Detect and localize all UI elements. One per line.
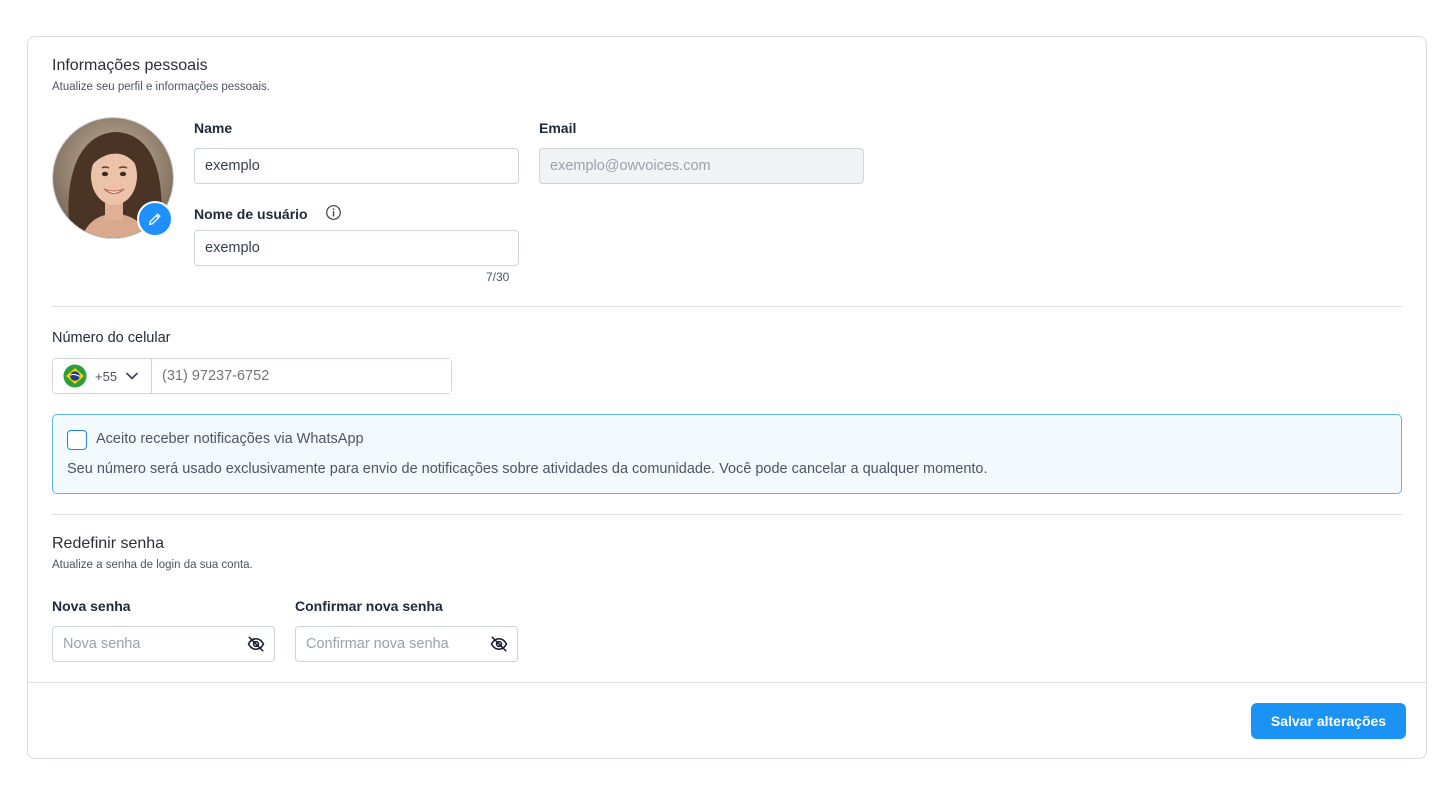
whatsapp-consent-checkbox[interactable] — [67, 430, 87, 450]
personal-info-title: Informações pessoais — [52, 57, 208, 74]
info-icon[interactable] — [325, 204, 342, 221]
email-label: Email — [539, 120, 577, 136]
phone-input[interactable] — [152, 359, 451, 393]
whatsapp-consent-box: Aceito receber notificações via WhatsApp… — [52, 414, 1402, 494]
confirm-password-field — [295, 626, 518, 662]
confirm-password-label: Confirmar nova senha — [295, 598, 443, 614]
whatsapp-consent-description: Seu número será usado exclusivamente par… — [67, 461, 988, 477]
new-password-field — [52, 626, 275, 662]
username-label: Nome de usuário — [194, 206, 308, 222]
phone-field-group: +55 — [52, 358, 452, 394]
edit-avatar-button[interactable] — [137, 201, 173, 237]
username-input[interactable] — [194, 230, 519, 266]
name-label: Name — [194, 120, 233, 136]
whatsapp-consent-label[interactable]: Aceito receber notificações via WhatsApp — [96, 431, 364, 447]
personal-info-subtitle: Atualize seu perfil e informações pessoa… — [52, 81, 270, 93]
country-code-text: +55 — [95, 368, 118, 384]
country-code-select[interactable]: +55 — [53, 359, 152, 393]
name-input[interactable] — [194, 148, 519, 184]
confirm-password-input[interactable] — [295, 626, 518, 662]
brazil-flag-icon — [63, 364, 87, 388]
save-changes-button[interactable]: Salvar alterações — [1251, 703, 1406, 739]
eye-off-icon[interactable] — [247, 635, 265, 653]
eye-off-icon[interactable] — [490, 635, 508, 653]
section-divider — [52, 306, 1402, 307]
email-input — [539, 148, 864, 184]
chevron-down-icon — [126, 372, 138, 380]
username-char-counter: 7/30 — [486, 270, 510, 284]
password-section-subtitle: Atualize a senha de login da sua conta. — [52, 559, 253, 571]
new-password-input[interactable] — [52, 626, 275, 662]
new-password-label: Nova senha — [52, 598, 131, 614]
password-section-title: Redefinir senha — [52, 535, 165, 552]
phone-label: Número do celular — [52, 330, 171, 346]
section-divider — [52, 514, 1402, 515]
pencil-icon — [149, 213, 161, 225]
profile-settings-card: Informações pessoais Atualize seu perfil… — [27, 36, 1427, 759]
footer-divider — [28, 682, 1426, 683]
